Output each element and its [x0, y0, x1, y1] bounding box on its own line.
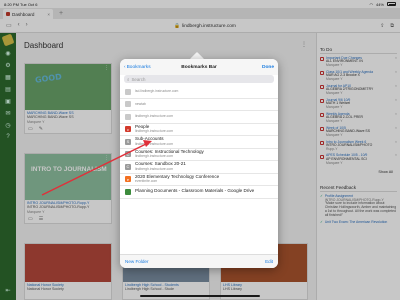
bookmark-favicon-icon	[125, 101, 131, 108]
bookmark-url: lindbergh.instructure.com	[135, 154, 174, 159]
bookmark-item[interactable]: C Courses: Instructional Technology lindbe…	[120, 149, 278, 161]
bookmark-favicon-icon: C	[125, 163, 131, 170]
done-button[interactable]: Done	[262, 65, 274, 70]
bookmark-item[interactable]: newtab	[120, 99, 278, 111]
bookmark-favicon-icon: e	[125, 176, 131, 183]
edit-button[interactable]: Edit	[265, 259, 273, 264]
bookmark-item[interactable]: C Courses: Sandbox 20-21 lindbergh.instruc…	[120, 161, 278, 174]
bookmark-item[interactable]: e 2020 Elementary Technology Conference ev…	[120, 174, 278, 186]
bookmarks-back-button[interactable]: ‹ Bookmarks	[124, 65, 151, 70]
search-placeholder: Search	[131, 76, 146, 82]
popover-header: ‹ Bookmarks Bookmarks Bar Done	[120, 59, 278, 75]
bookmark-item[interactable]: Planning Documents - Classroom Materials…	[120, 186, 278, 199]
search-icon: ⌕	[127, 76, 130, 82]
bookmark-favicon-icon	[125, 88, 131, 95]
bookmark-url: eventbrite.com	[135, 179, 158, 184]
bookmark-url: newtab	[135, 101, 146, 106]
bookmark-url: lindbergh.instructure.com	[135, 129, 174, 134]
bookmark-item[interactable]: S Sub-Accounts lindbergh.instructure.com	[120, 136, 278, 149]
popover-footer: New Folder Edit	[120, 254, 278, 268]
bookmark-favicon-icon: c	[125, 126, 131, 133]
bookmark-favicon-icon: C	[125, 151, 131, 158]
bookmark-favicon-icon	[125, 113, 131, 120]
bookmark-name: Planning Documents - Classroom Materials…	[135, 188, 255, 194]
bookmark-favicon-icon	[125, 188, 131, 195]
bookmarks-popover: ‹ Bookmarks Bookmarks Bar Done ⌕ Search …	[120, 59, 278, 268]
chevron-left-icon: ‹	[124, 64, 126, 70]
bookmark-item[interactable]: lsd.lindbergh.instructure.com	[120, 86, 278, 99]
new-folder-button[interactable]: New Folder	[125, 259, 149, 264]
back-label: Bookmarks	[126, 64, 151, 70]
bookmark-favicon-icon: S	[125, 138, 131, 145]
bookmark-item[interactable]: lindbergh.instructure.com	[120, 111, 278, 124]
bookmark-url: lindbergh.instructure.com	[135, 114, 174, 119]
bookmark-url: lsd.lindbergh.instructure.com	[135, 89, 179, 94]
bookmark-url: lindbergh.instructure.com	[135, 166, 174, 171]
bookmark-item[interactable]: c People lindbergh.instructure.com	[120, 124, 278, 136]
bookmark-search-input[interactable]: ⌕ Search	[124, 75, 274, 83]
bookmark-url: lindbergh.instructure.com	[135, 141, 174, 146]
